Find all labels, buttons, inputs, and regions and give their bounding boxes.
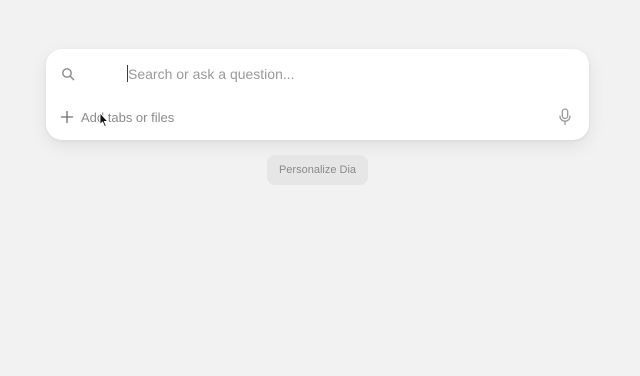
add-tabs-or-files-button[interactable]: Add tabs or files <box>60 107 174 127</box>
mouse-pointer-icon <box>99 112 109 128</box>
search-input[interactable] <box>128 63 568 85</box>
microphone-icon[interactable] <box>558 108 572 126</box>
personalize-dia-label: Personalize Dia <box>278 164 357 176</box>
personalize-dia-button[interactable]: Personalize Dia <box>267 155 368 185</box>
search-row <box>46 49 589 97</box>
dia-new-tab-page: Add tabs or files Personalize Dia <box>0 0 640 376</box>
plus-icon <box>60 110 74 124</box>
add-tabs-or-files-label: Add tabs or files <box>81 109 175 125</box>
command-bar: Add tabs or files <box>46 49 589 140</box>
attach-row: Add tabs or files <box>46 105 589 135</box>
search-icon <box>62 68 75 81</box>
